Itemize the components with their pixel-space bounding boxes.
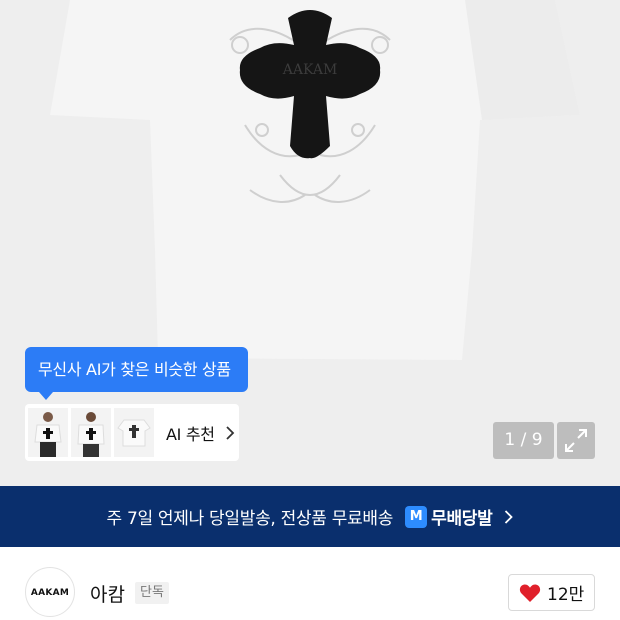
image-counter: 1 / 9 — [493, 422, 554, 459]
recommend-thumbnail-2[interactable] — [71, 408, 111, 457]
ai-similar-tooltip[interactable]: 무신사 AI가 찾은 비슷한 상품 — [25, 347, 248, 400]
banner-text: 주 7일 언제나 당일발송, 전상품 무료배송 — [106, 509, 394, 529]
expand-icon — [565, 429, 587, 452]
shop-info-row: AAKAM 아캄 단독 12만 — [0, 547, 620, 620]
chevron-right-icon — [505, 509, 514, 524]
cross-graphic-text: AAKAM — [282, 62, 338, 78]
recommend-thumbnail-1[interactable] — [28, 408, 68, 457]
banner-brand: 무배당발 — [431, 509, 493, 529]
exclusive-tag: 단독 — [135, 582, 169, 604]
shop-logo[interactable]: AAKAM — [25, 567, 75, 617]
tooltip-pointer — [39, 392, 53, 400]
recommend-thumbnail-3[interactable] — [114, 408, 154, 457]
ai-tooltip-text: 무신사 AI가 찾은 비슷한 상품 — [38, 360, 231, 379]
like-button[interactable]: 12만 — [508, 574, 595, 611]
ai-recommend-label: AI 추천 — [166, 424, 215, 444]
like-count: 12만 — [547, 585, 585, 605]
delivery-banner[interactable]: 주 7일 언제나 당일발송, 전상품 무료배송 M 무배당발 — [0, 486, 620, 547]
musinsa-badge-icon: M — [405, 505, 428, 528]
expand-image-button[interactable] — [557, 422, 595, 459]
product-image-area[interactable]: AAKAM 무신사 AI가 찾은 비슷한 상품 AI 추천 1 / 9 — [0, 0, 620, 486]
chevron-right-icon — [226, 425, 234, 440]
ai-recommend-card[interactable]: AI 추천 — [25, 404, 239, 461]
heart-icon — [519, 583, 541, 602]
shop-name[interactable]: 아캄 — [90, 580, 125, 607]
